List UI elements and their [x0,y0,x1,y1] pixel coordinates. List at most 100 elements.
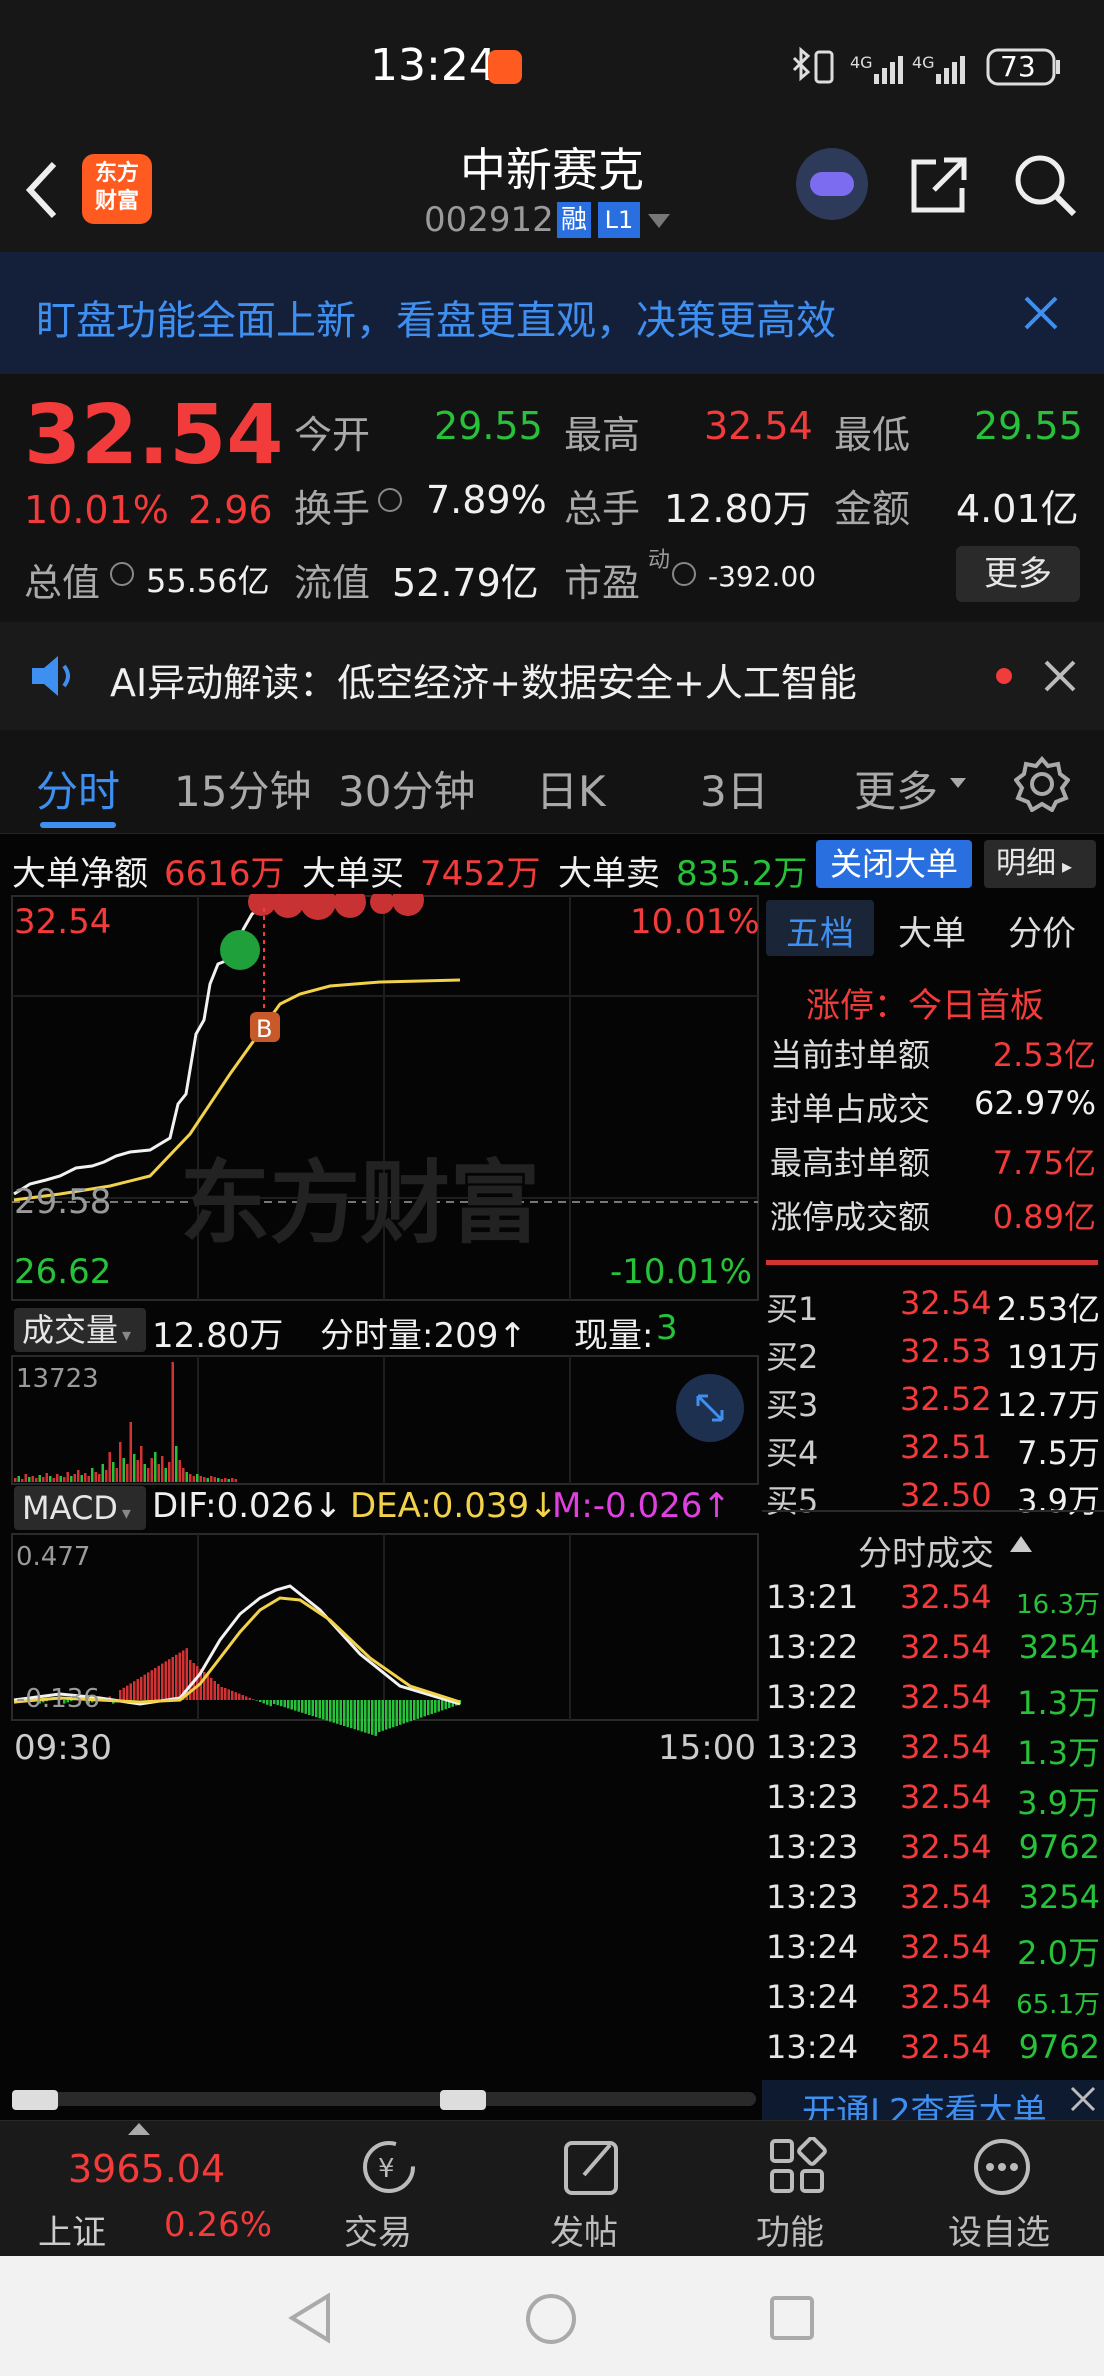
index-name[interactable]: 上证 [38,2205,106,2254]
tick-time: 13:21 [766,1578,859,1616]
status-icons: 4G 4G [792,46,1060,86]
macd-bar [276,1700,279,1706]
macd-bar [154,1668,157,1700]
limit-stat-label: 涨停成交额 [770,1198,931,1236]
tick-volume: 9762 [1018,1828,1100,1866]
info-icon[interactable] [110,562,134,586]
price-top-label: 32.54 [14,902,112,942]
net-label: 大单净额 [12,854,148,894]
limit-stat-label: 最高封单额 [770,1144,931,1182]
chart-area: 东方财富 B 32.54 10.01% 29.58 26.62 -10.01% … [0,894,1104,2120]
volume-bar [168,1462,171,1482]
info-icon[interactable] [672,562,696,586]
close-big-order-button[interactable]: 关闭大单 [816,840,972,888]
macd-bar [213,1681,216,1700]
macd-bar [150,1670,153,1700]
macd-bar [147,1672,150,1700]
banner-text: 盯盘功能全面上新，看盘更直观，决策更高效 [36,298,836,344]
panel-tab-price-dist[interactable]: 分价 [1008,906,1076,955]
nav-add-watchlist[interactable]: 设自选 [940,2121,1070,2257]
macd-bar [304,1700,307,1714]
volume-bar [73,1474,76,1482]
robot-assistant-icon[interactable] [796,148,868,220]
volume-bar [105,1470,108,1482]
macd-bar [262,1700,265,1704]
open-value: 29.55 [434,404,543,448]
macd-selector[interactable]: MACD ▾ [14,1486,146,1530]
close-icon[interactable] [1044,660,1076,692]
ai-insight-bar[interactable]: AI异动解读：低空经济+数据安全+人工智能 [0,622,1104,730]
more-button[interactable]: 更多 [956,546,1080,602]
volume-total: 12.80万 [152,1316,284,1356]
volume-bar [112,1462,115,1482]
index-change[interactable]: 0.26% [164,2205,272,2245]
volume-selector[interactable]: 成交量 ▾ [14,1308,146,1352]
volume-bar [21,1479,24,1482]
recents-square-icon[interactable] [768,2294,816,2342]
macd-bar [259,1700,262,1702]
promo-banner[interactable]: 盯盘功能全面上新，看盘更直观，决策更高效 [0,252,1104,374]
volume-minute: 分时量:209↑ [320,1316,527,1356]
share-icon[interactable] [908,154,970,216]
limit-stat-value: 7.75亿 [992,1144,1096,1182]
volume-bar [129,1422,132,1482]
macd-bar [140,1676,143,1700]
panel-tab-big-orders[interactable]: 大单 [898,906,966,955]
volume-bar [147,1468,150,1482]
gear-icon[interactable] [1014,756,1070,812]
tab-15min[interactable]: 15分钟 [174,758,311,819]
search-icon[interactable] [1012,152,1078,218]
detail-button[interactable]: 明细 ▸ [984,840,1096,888]
macd-bar [283,1700,286,1708]
volume-bar [140,1446,143,1482]
volume-bar [45,1473,48,1482]
volume-bar [38,1475,41,1482]
nav-post[interactable]: 发帖 [544,2121,644,2257]
back-triangle-icon[interactable] [286,2292,334,2344]
macd-bar [413,1700,416,1720]
scroll-handle-right[interactable] [440,2090,486,2110]
macd-bar [129,1683,132,1700]
nav-functions[interactable]: 功能 [750,2121,850,2257]
dropdown-icon[interactable] [648,214,670,228]
tab-3day[interactable]: 3日 [700,758,769,819]
pe-value: -392.00 [708,560,817,593]
macd-bar [346,1700,349,1728]
buy-marker-label: B [256,1015,272,1043]
info-icon[interactable] [378,488,402,512]
tab-daily-k[interactable]: 日K [536,758,606,819]
tab-more[interactable]: 更多 [854,758,938,819]
bottom-nav: 3965.04 上证 0.26% ¥ 交易 发帖 功能 设自选 [0,2120,1104,2256]
tab-intraday[interactable]: 分时 [36,758,120,819]
index-value[interactable]: 3965.04 [68,2147,225,2191]
macd-bar [374,1700,377,1736]
macd-bar [353,1700,356,1730]
macd-dif: DIF:0.026↓ [152,1486,343,1526]
macd-bar [423,1700,426,1717]
macd-bar [280,1700,283,1707]
margin-badge: 融 [557,202,591,238]
expand-up-icon[interactable] [128,2123,150,2135]
close-icon[interactable] [1024,296,1058,330]
nav-trade[interactable]: ¥ 交易 [336,2121,436,2257]
tick-volume: 9762 [1018,2028,1100,2066]
macd-dea: DEA:0.039↓ [350,1486,558,1526]
status-bar: 13:24 4G 4G 73 [0,0,1104,130]
macd-max-label: 0.477 [16,1542,91,1572]
tab-30min[interactable]: 30分钟 [338,758,475,819]
home-circle-icon[interactable] [524,2292,578,2346]
macd-bar [210,1678,213,1700]
panel-tab-five-levels[interactable]: 五档 [786,906,854,955]
volume-bar [189,1474,192,1482]
expand-icon[interactable] [676,1374,744,1442]
dropdown-icon [950,778,966,788]
l2-upsell-bar[interactable]: 开通L2查看大单 [762,2080,1104,2120]
ticks-title[interactable]: 分时成交 [858,1526,994,1575]
volume-bar [164,1468,167,1482]
close-icon[interactable] [1068,2084,1098,2114]
scroll-handle-left[interactable] [12,2090,58,2110]
macd-bar [217,1684,220,1700]
volume-bar [154,1452,157,1482]
tick-volume: 16.3万 [1016,1590,1100,1620]
tick-time: 13:23 [766,1878,859,1916]
